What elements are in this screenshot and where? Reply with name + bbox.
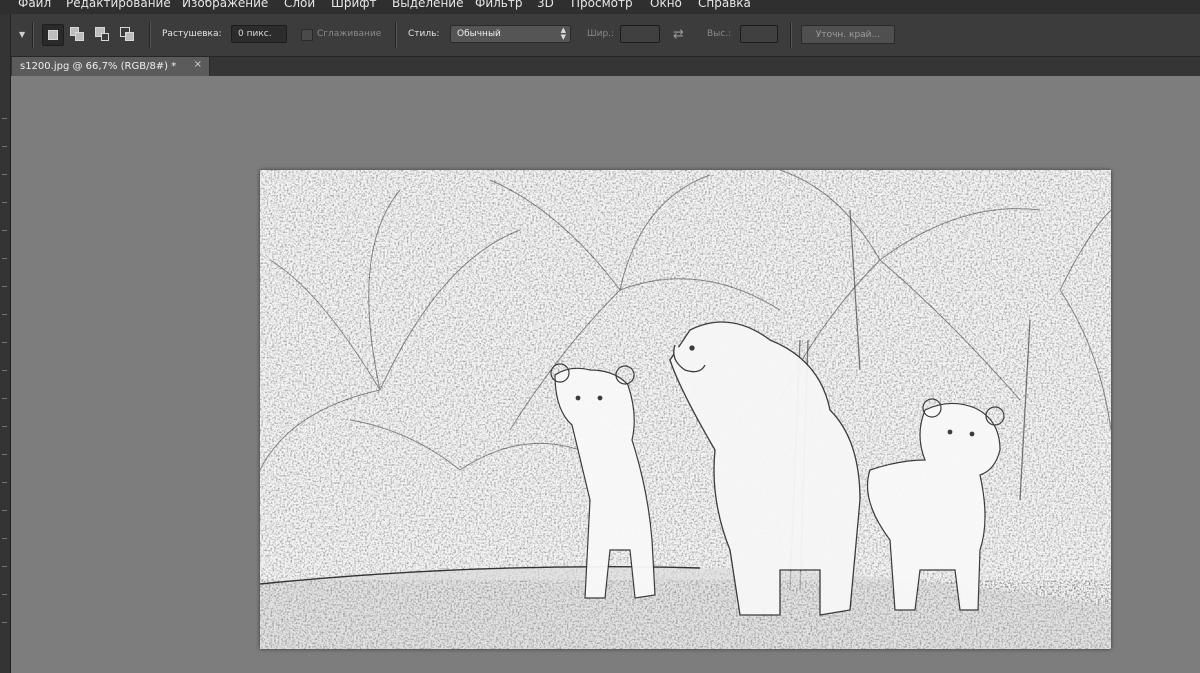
subtract-from-selection-button[interactable] — [92, 24, 112, 44]
antialias-checkbox[interactable] — [301, 29, 313, 41]
swap-arrows-icon[interactable]: ⇄ — [673, 27, 684, 42]
feather-input[interactable]: 0 пикс. — [231, 25, 287, 43]
menu-view[interactable]: Просмотр — [571, 0, 633, 10]
menu-file[interactable]: Файл — [18, 0, 51, 10]
style-label: Стиль: — [408, 29, 440, 39]
antialias-label: Сглаживание — [317, 29, 382, 39]
height-input[interactable] — [740, 25, 778, 43]
menu-layers[interactable]: Слои — [284, 0, 315, 10]
add-to-selection-button[interactable] — [67, 24, 87, 44]
options-bar: ▼ Растушевка: 0 пикс. Сглаживание Стиль:… — [0, 14, 1200, 57]
tools-panel[interactable] — [0, 14, 11, 673]
stepper-arrows-icon: ▲ ▼ — [560, 26, 566, 41]
feather-label: Растушевка: — [162, 29, 222, 39]
style-select[interactable]: Обычный ▲ ▼ — [450, 25, 571, 43]
menu-edit[interactable]: Редактирование — [66, 0, 171, 10]
document-canvas[interactable] — [260, 170, 1111, 649]
close-icon[interactable]: × — [194, 59, 202, 70]
menu-filter[interactable]: Фильтр — [475, 0, 522, 10]
menu-type[interactable]: Шрифт — [331, 0, 377, 10]
width-input[interactable] — [620, 25, 660, 43]
chevron-down-icon[interactable]: ▼ — [19, 30, 25, 39]
height-label: Выс.: — [707, 29, 732, 39]
menu-image[interactable]: Изображение — [182, 0, 268, 10]
new-selection-icon — [48, 30, 58, 40]
menu-3d[interactable]: 3D — [537, 0, 554, 10]
document-tab-title: s1200.jpg @ 66,7% (RGB/8#) * — [20, 61, 177, 72]
document-tab-bar: s1200.jpg @ 66,7% (RGB/8#) * × — [0, 57, 1200, 76]
style-select-value: Обычный — [457, 29, 501, 39]
refine-edge-button[interactable]: Уточн. край... — [801, 25, 895, 44]
menu-select[interactable]: Выделение — [392, 0, 463, 10]
document-tab[interactable]: s1200.jpg @ 66,7% (RGB/8#) * × — [12, 57, 210, 76]
sketch-image — [260, 170, 1111, 649]
menu-window[interactable]: Окно — [650, 0, 682, 10]
new-selection-button[interactable] — [42, 24, 64, 46]
menu-help[interactable]: Справка — [698, 0, 751, 10]
menu-bar: Файл Редактирование Изображение Слои Шри… — [0, 0, 1200, 14]
width-label: Шир.: — [587, 29, 615, 39]
intersect-selection-button[interactable] — [117, 24, 137, 44]
